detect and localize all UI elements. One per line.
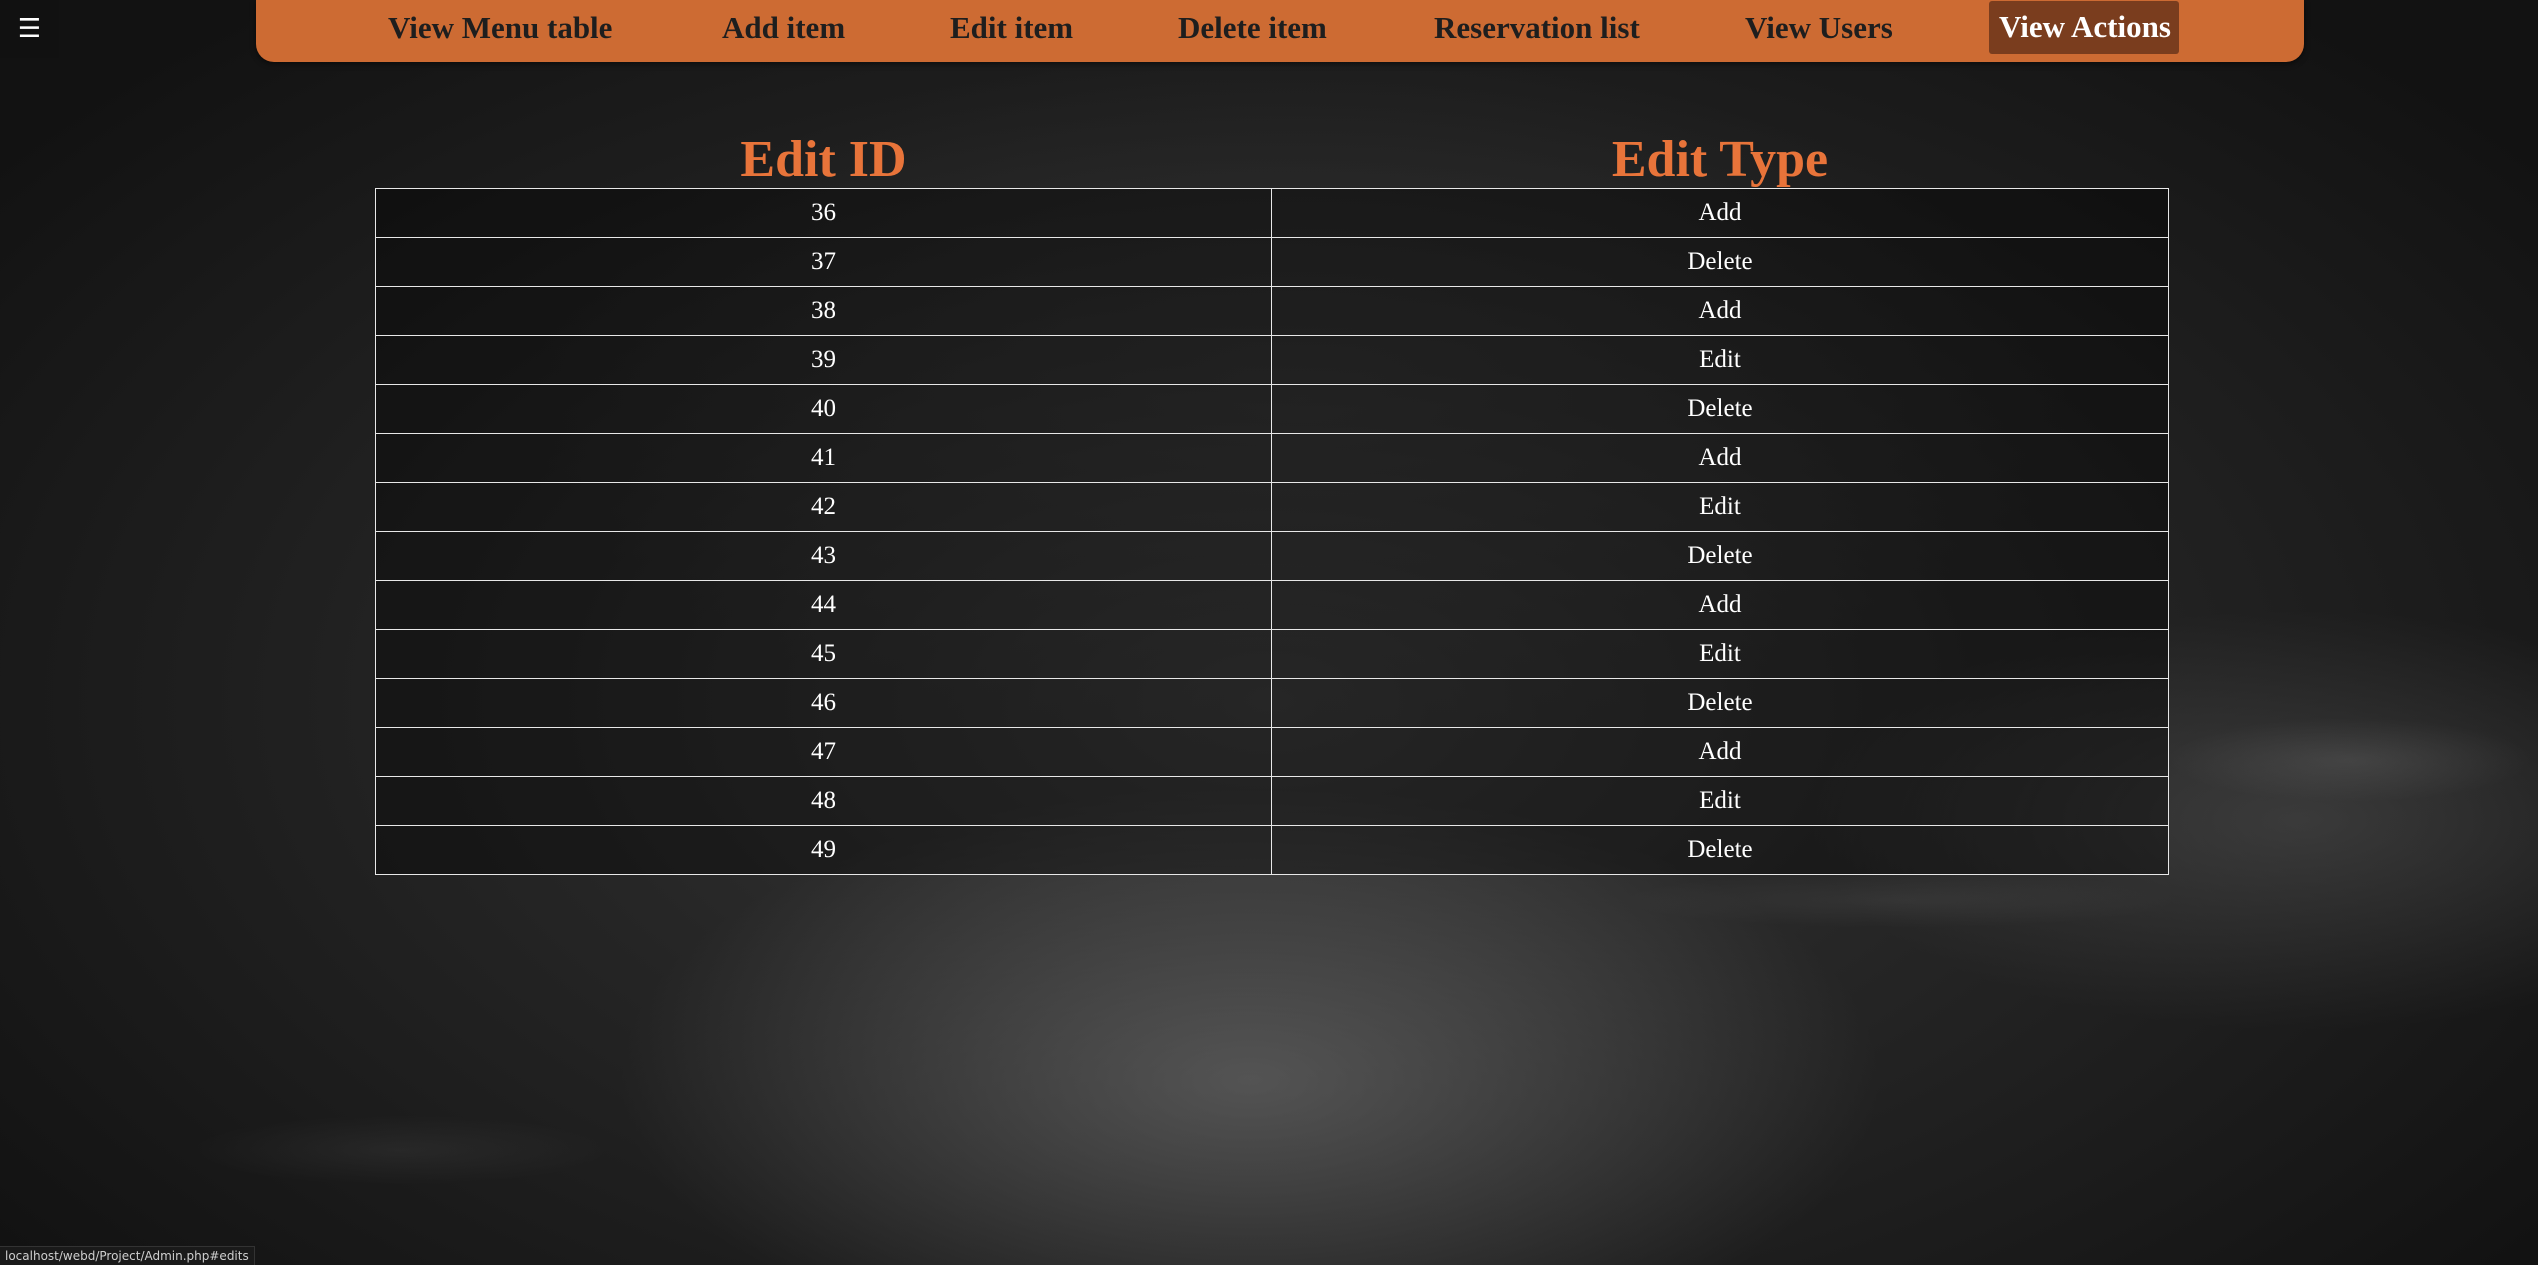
edit-type-cell: Edit bbox=[1271, 629, 2169, 679]
table-row: 44 Add bbox=[375, 580, 2169, 630]
edit-type-cell: Add bbox=[1271, 188, 2169, 238]
table-row: 41 Add bbox=[375, 433, 2169, 483]
edit-id-cell: 41 bbox=[375, 433, 1272, 483]
edit-id-cell: 48 bbox=[375, 776, 1272, 826]
nav-add-item[interactable]: Add item bbox=[712, 6, 855, 52]
column-header-edit-type: Edit Type bbox=[1611, 131, 1829, 188]
nav-view-actions[interactable]: View Actions bbox=[1989, 1, 2179, 54]
edit-type-cell: Delete bbox=[1271, 825, 2169, 875]
edit-id-cell: 39 bbox=[375, 335, 1272, 385]
table-header-row: Edit ID Edit Type bbox=[376, 126, 2169, 189]
edit-type-cell: Edit bbox=[1271, 482, 2169, 532]
table-row: 40 Delete bbox=[375, 384, 2169, 434]
edits-table-container: Edit ID Edit Type 36 Add 37 Delete 38 Add 3… bbox=[375, 126, 2169, 875]
table-row: 47 Add bbox=[375, 727, 2169, 777]
edit-id-cell: 36 bbox=[375, 188, 1272, 238]
edits-table: Edit ID Edit Type 36 Add 37 Delete 38 Add 3… bbox=[375, 126, 2169, 875]
table-row: 36 Add bbox=[375, 188, 2169, 238]
table-row: 49 Delete bbox=[375, 825, 2169, 875]
edit-type-cell: Delete bbox=[1271, 384, 2169, 434]
edit-id-cell: 42 bbox=[375, 482, 1272, 532]
nav-delete-item[interactable]: Delete item bbox=[1168, 6, 1337, 52]
edit-type-cell: Edit bbox=[1271, 335, 2169, 385]
table-row: 48 Edit bbox=[375, 776, 2169, 826]
table-row: 37 Delete bbox=[375, 237, 2169, 287]
nav-edit-item[interactable]: Edit item bbox=[940, 6, 1083, 52]
table-row: 45 Edit bbox=[375, 629, 2169, 679]
table-row: 42 Edit bbox=[375, 482, 2169, 532]
edit-type-cell: Add bbox=[1271, 433, 2169, 483]
edit-id-cell: 43 bbox=[375, 531, 1272, 581]
edit-id-cell: 37 bbox=[375, 237, 1272, 287]
edit-type-cell: Add bbox=[1271, 286, 2169, 336]
edit-id-cell: 40 bbox=[375, 384, 1272, 434]
edit-id-cell: 45 bbox=[375, 629, 1272, 679]
nav-reservation-list[interactable]: Reservation list bbox=[1424, 6, 1650, 52]
edit-type-cell: Delete bbox=[1271, 678, 2169, 728]
table-row: 43 Delete bbox=[375, 531, 2169, 581]
edit-id-cell: 49 bbox=[375, 825, 1272, 875]
edit-type-cell: Edit bbox=[1271, 776, 2169, 826]
nav-view-users[interactable]: View Users bbox=[1735, 6, 1903, 52]
edit-id-cell: 44 bbox=[375, 580, 1272, 630]
edit-id-cell: 47 bbox=[375, 727, 1272, 777]
nav-view-menu-table[interactable]: View Menu table bbox=[378, 6, 622, 52]
table-row: 46 Delete bbox=[375, 678, 2169, 728]
table-row: 38 Add bbox=[375, 286, 2169, 336]
column-header-edit-id: Edit ID bbox=[740, 131, 907, 188]
edit-type-cell: Add bbox=[1271, 580, 2169, 630]
edit-id-cell: 46 bbox=[375, 678, 1272, 728]
hamburger-menu-icon[interactable]: ☰ bbox=[0, 0, 59, 58]
edit-id-cell: 38 bbox=[375, 286, 1272, 336]
edit-type-cell: Delete bbox=[1271, 237, 2169, 287]
edit-type-cell: Delete bbox=[1271, 531, 2169, 581]
table-row: 39 Edit bbox=[375, 335, 2169, 385]
top-navigation-bar: View Menu table Add item Edit item Delet… bbox=[256, 0, 2304, 62]
edit-type-cell: Add bbox=[1271, 727, 2169, 777]
status-bar-url: localhost/webd/Project/Admin.php#edits bbox=[0, 1246, 255, 1265]
